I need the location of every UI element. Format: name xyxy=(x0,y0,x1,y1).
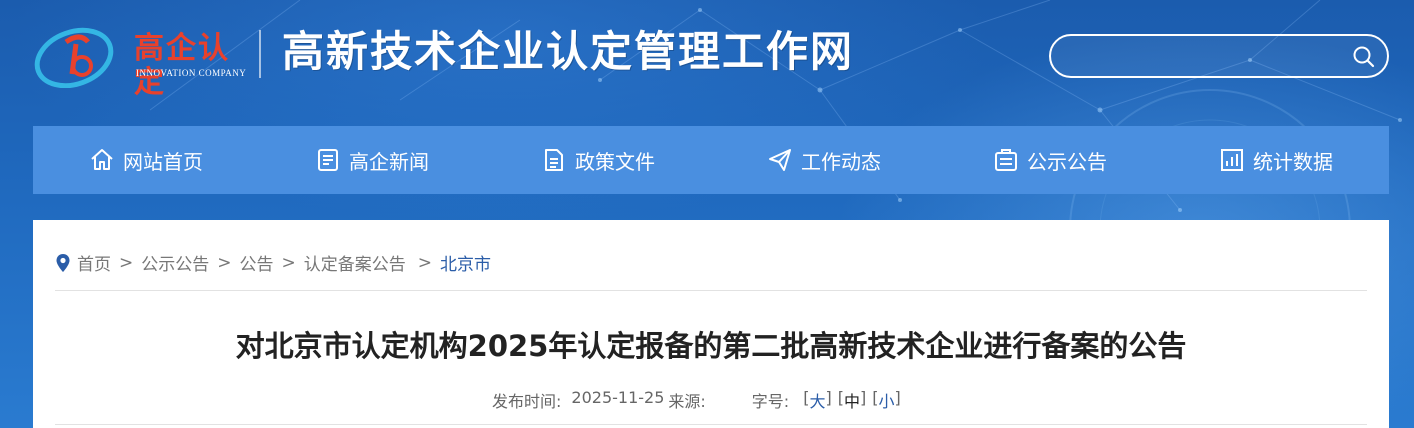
send-icon xyxy=(769,149,791,171)
breadcrumb: 首页 > 公示公告 > 公告 > 认定备案公告 > 北京市 xyxy=(55,250,491,275)
breadcrumb-home[interactable]: 首页 xyxy=(77,250,111,275)
main-nav: 网站首页 高企新闻 政策文件 工作动态 公示公告 统计数据 xyxy=(33,126,1389,194)
publish-date: 2025-11-25 xyxy=(571,388,665,407)
breadcrumb-filing-notice[interactable]: 认定备案公告 xyxy=(304,250,406,275)
nav-item-home[interactable]: 网站首页 xyxy=(33,126,259,194)
logo-emblem-icon xyxy=(34,27,114,89)
publish-label: 发布时间: xyxy=(492,392,562,411)
search-input[interactable] xyxy=(1067,44,1337,68)
fontsize-small-button[interactable]: 小 xyxy=(878,388,894,412)
nav-item-announcements[interactable]: 公示公告 xyxy=(937,126,1163,194)
nav-item-label: 网站首页 xyxy=(123,149,203,174)
breadcrumb-separator: > xyxy=(217,252,232,273)
nav-item-label: 公示公告 xyxy=(1027,149,1107,174)
article-title: 对北京市认定机构2025年认定报备的第二批高新技术企业进行备案的公告 xyxy=(235,329,1187,363)
chart-icon xyxy=(1221,149,1243,171)
site-logo[interactable]: 高企认定 INNOVATION COMPANY xyxy=(32,22,247,100)
breadcrumb-notice[interactable]: 公告 xyxy=(240,250,274,275)
fontsize-label: 字号: xyxy=(751,392,790,411)
site-title: 高新技术企业认定管理工作网 xyxy=(282,27,855,76)
breadcrumb-separator: > xyxy=(119,252,134,273)
breadcrumb-announcements[interactable]: 公示公告 xyxy=(141,250,209,275)
fontsize-medium-button[interactable]: 中 xyxy=(844,388,860,412)
search-box xyxy=(1049,34,1389,78)
home-icon xyxy=(91,149,113,170)
fontsize-large-button[interactable]: 大 xyxy=(809,388,825,412)
location-pin-icon xyxy=(56,253,70,272)
search-icon[interactable] xyxy=(1351,44,1377,70)
breadcrumb-divider xyxy=(55,290,1367,291)
breadcrumb-separator: > xyxy=(281,252,296,273)
document-icon xyxy=(545,149,563,171)
meta-divider xyxy=(55,424,1367,425)
news-icon xyxy=(318,149,338,171)
nav-item-work-news[interactable]: 工作动态 xyxy=(711,126,937,194)
logo-text: 高企认定 xyxy=(134,31,230,100)
logo-divider xyxy=(259,30,261,78)
nav-item-news[interactable]: 高企新闻 xyxy=(259,126,485,194)
main-content: 首页 > 公示公告 > 公告 > 认定备案公告 > 北京市 对北京市认定机构20… xyxy=(33,220,1389,428)
breadcrumb-separator: > xyxy=(417,252,432,273)
nav-item-label: 统计数据 xyxy=(1253,149,1333,174)
source-label: 来源: xyxy=(668,392,706,411)
nav-item-statistics[interactable]: 统计数据 xyxy=(1163,126,1389,194)
nav-item-label: 高企新闻 xyxy=(349,149,429,174)
breadcrumb-beijing[interactable]: 北京市 xyxy=(440,250,491,275)
notice-icon xyxy=(995,149,1017,171)
nav-item-label: 工作动态 xyxy=(801,149,881,174)
nav-item-policy[interactable]: 政策文件 xyxy=(485,126,711,194)
article-meta: 发布时间: 2025-11-25 来源: 字号: [大] [中] [小] xyxy=(492,388,901,412)
logo-subtext: INNOVATION COMPANY xyxy=(136,68,247,78)
nav-item-label: 政策文件 xyxy=(575,149,655,174)
